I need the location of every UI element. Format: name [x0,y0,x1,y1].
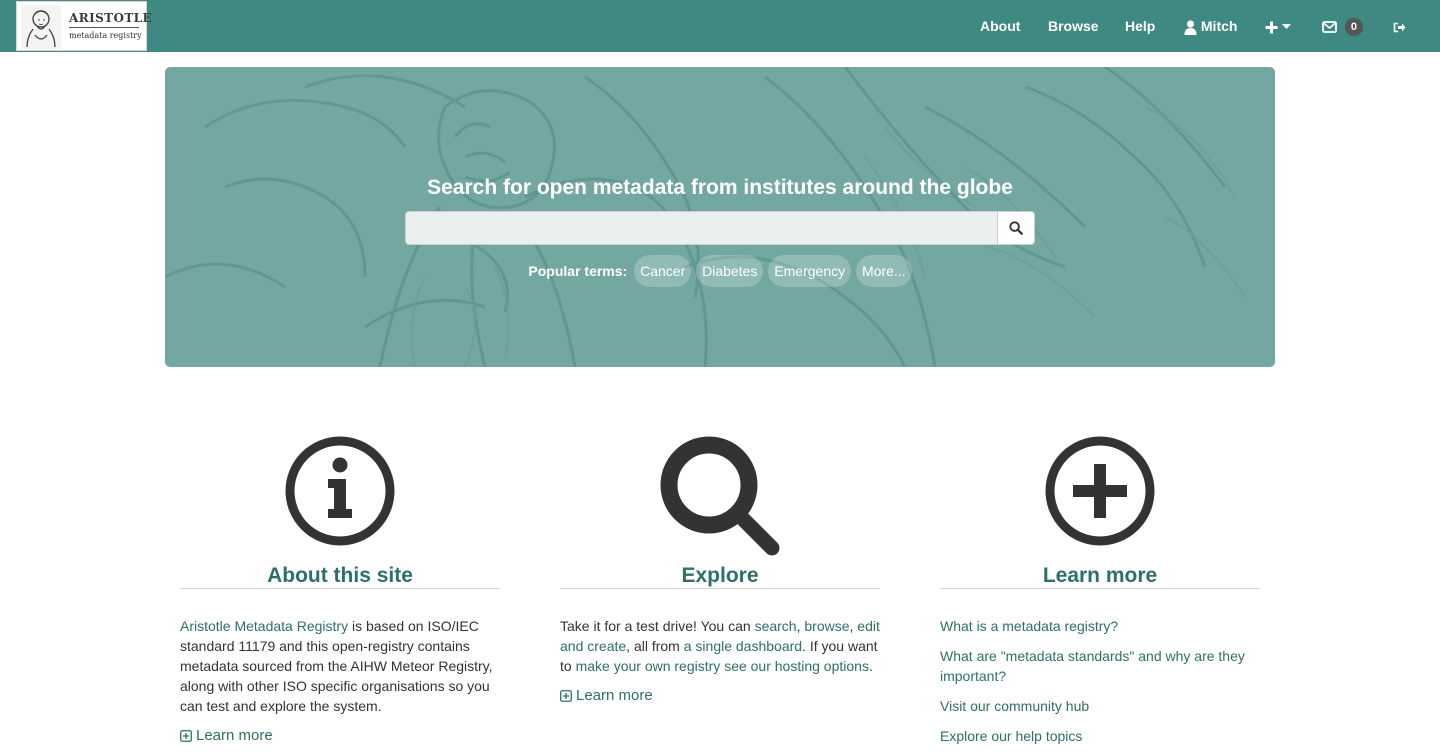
dashboard-link[interactable]: a single dashboard [684,638,802,654]
nav-inbox[interactable]: 0 [1322,0,1363,52]
caret-down-icon [1281,24,1291,30]
explore-text: Take it for a test drive! You can search… [560,616,880,707]
aristotle-registry-link[interactable]: Aristotle Metadata Registry [180,618,348,634]
inbox-count-badge: 0 [1344,18,1363,37]
explore-learn-more-link[interactable]: Learn more [560,686,653,706]
make-registry-link[interactable]: make your own registry [576,658,721,674]
info-circle-icon [285,436,395,546]
explore-text-4: , all from [626,638,684,654]
explore-text-1: Take it for a test drive! You can [560,618,755,634]
nav-logout[interactable] [1393,0,1406,52]
aristotle-bust-icon [21,5,61,49]
magnifier-icon [660,436,780,556]
plus-square-icon [560,690,572,702]
learn-more-heading: Learn more [1042,564,1158,587]
brand-title: ARISTOTLE [69,11,153,25]
nav-user-menu[interactable]: Mitch [1184,0,1237,52]
hero-title: Search for open metadata from institutes… [427,176,1013,199]
popular-terms: Popular terms: Cancer Diabetes Emergency… [165,255,1275,287]
learn-more-divider [940,588,1260,589]
learn-more-links: What is a metadata registry? What are "m… [940,616,1260,755]
explore-divider [560,588,880,589]
brand-logo[interactable]: ARISTOTLE metadata registry [16,1,152,51]
plus-icon [1265,21,1278,34]
about-heading: About this site [267,564,413,587]
popular-terms-label: Popular terms: [528,263,628,279]
explore-text-7: . [868,658,873,674]
plus-circle-icon [1045,436,1155,546]
top-navbar: ARISTOTLE metadata registry About Browse… [0,0,1440,52]
community-hub-link[interactable]: Visit our community hub [940,698,1089,714]
search-input[interactable] [405,211,997,245]
nav-help[interactable]: Help [1125,0,1155,52]
nav-about[interactable]: About [980,0,1020,52]
user-icon [1184,20,1197,35]
brand-divider [69,27,139,28]
about-learn-more-link[interactable]: Learn more [180,726,273,746]
browse-link[interactable]: browse [804,618,849,634]
about-text: Aristotle Metadata Registry is based on … [180,616,500,747]
hosting-options-link[interactable]: see our hosting options [724,658,869,674]
search-button[interactable] [997,211,1035,245]
search-link[interactable]: search [755,618,797,634]
about-divider [180,588,500,589]
nav-user-name: Mitch [1200,18,1238,34]
envelope-icon [1322,21,1337,34]
sign-out-icon [1393,22,1406,33]
explore-heading: Explore [681,564,759,587]
explore-learn-more-label: Learn more [576,687,653,704]
brand-subtitle: metadata registry [69,31,142,40]
search-form [405,211,1035,245]
search-icon [1009,221,1023,235]
hero-banner: Search for open metadata from institutes… [165,67,1275,367]
nav-add-menu[interactable] [1265,0,1291,52]
term-emergency[interactable]: Emergency [768,255,852,287]
term-more[interactable]: More... [856,255,912,287]
help-topics-link[interactable]: Explore our help topics [940,728,1082,744]
metadata-standards-link[interactable]: What are "metadata standards" and why ar… [940,648,1245,684]
nav-browse[interactable]: Browse [1048,0,1099,52]
plus-square-icon [180,730,192,742]
about-learn-more-label: Learn more [196,727,273,744]
term-cancer[interactable]: Cancer [634,255,692,287]
term-diabetes[interactable]: Diabetes [696,255,764,287]
what-is-registry-link[interactable]: What is a metadata registry? [940,618,1118,634]
